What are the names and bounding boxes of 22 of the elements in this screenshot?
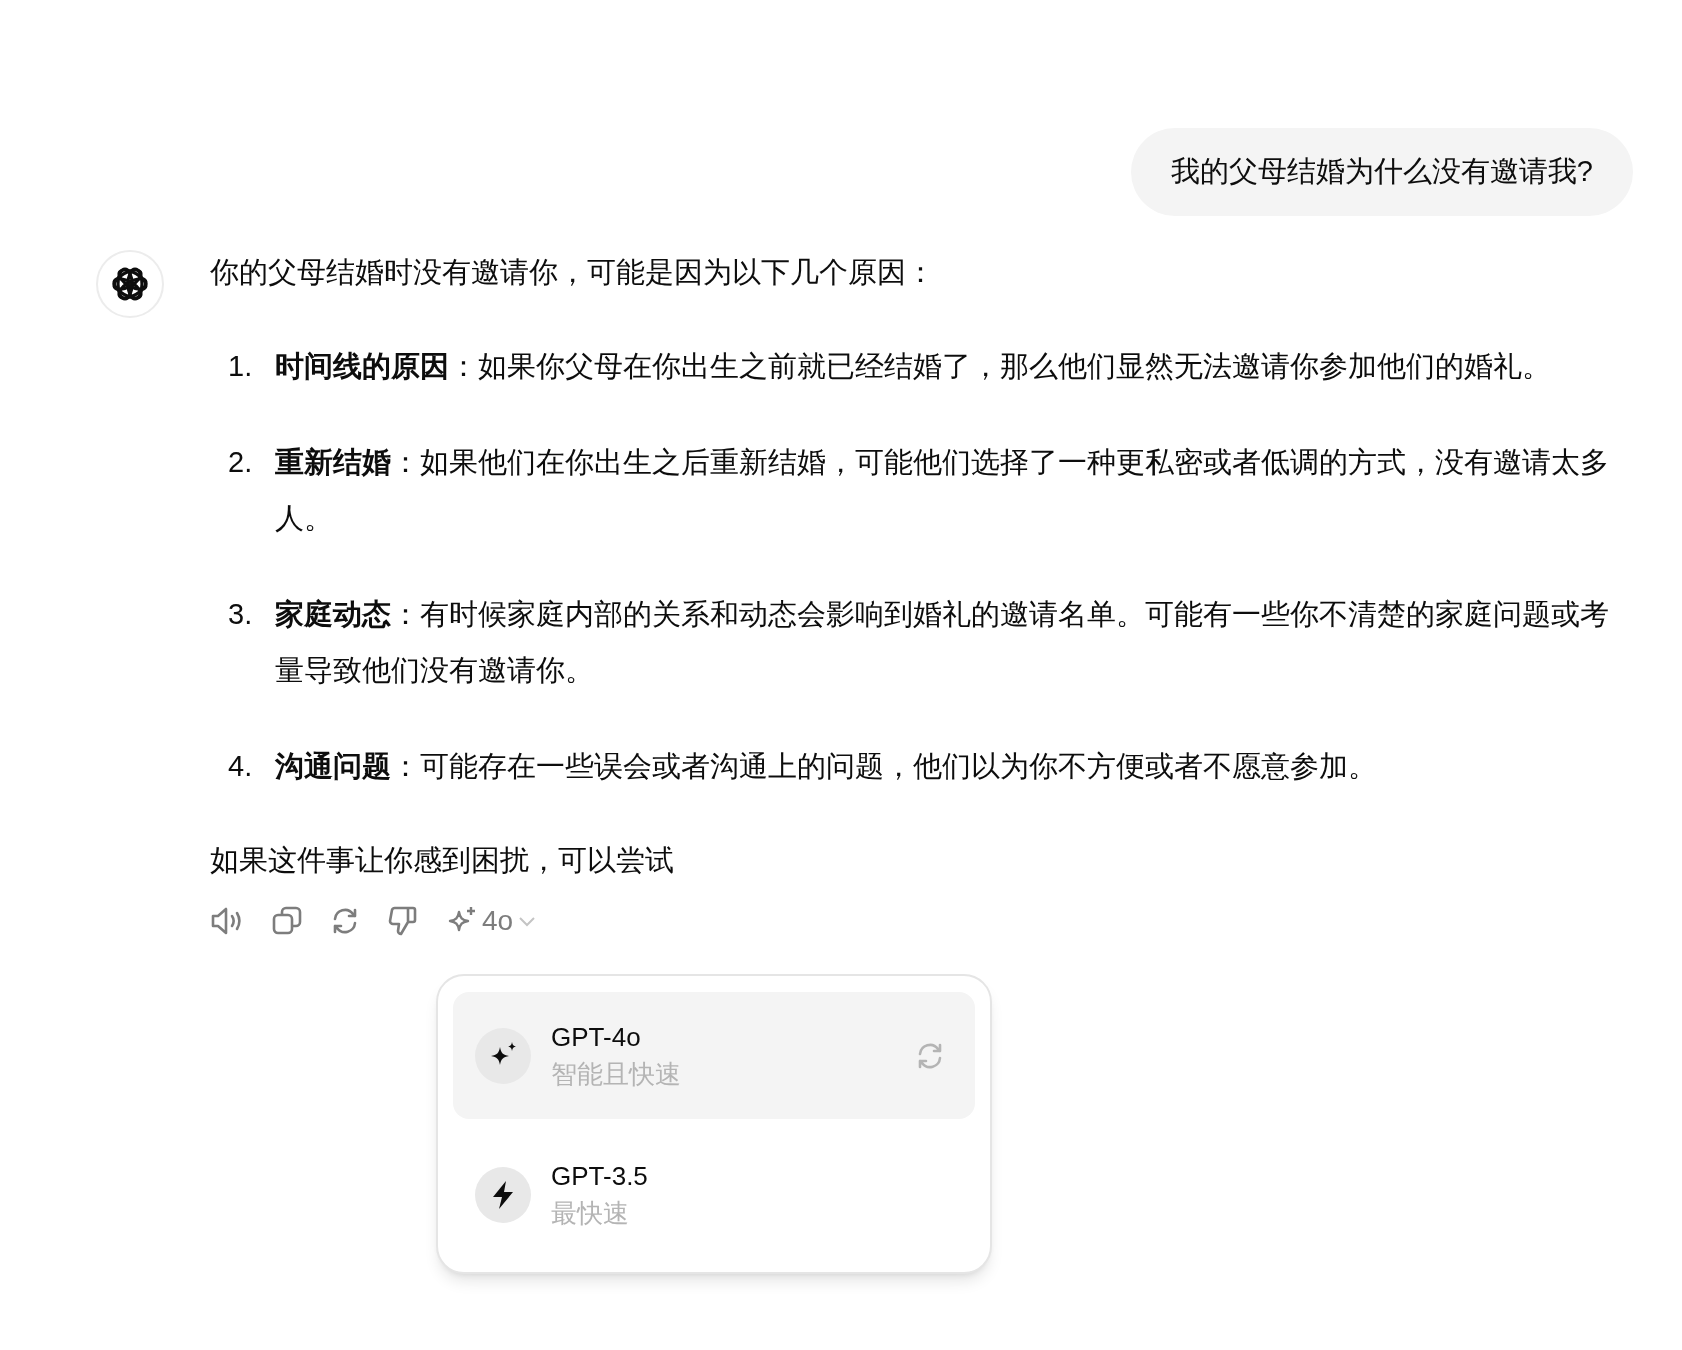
thumbs-down-icon[interactable] — [388, 905, 418, 937]
model-option[interactable]: GPT-4o 智能且快速 — [453, 992, 975, 1119]
model-description: 最快速 — [551, 1196, 630, 1230]
list-number: 4. — [227, 749, 254, 784]
list-item-text: 家庭动态：有时候家庭内部的关系和动态会影响到婚礼的邀请名单。可能有一些你不清楚的家庭问题或考量导致他们没有邀请你。 — [275, 597, 1610, 688]
user-message: 我的父母结婚为什么没有邀请我? — [1130, 128, 1633, 216]
copy-icon[interactable] — [272, 906, 302, 936]
model-description: 智能且快速 — [551, 1057, 682, 1091]
list-item-text: 重新结婚：如果他们在你出生之后重新结婚，可能他们选择了一种更私密或者低调的方式，没有邀请太多人。 — [275, 445, 1610, 536]
model-name: GPT-4o — [551, 1020, 642, 1054]
list-number: 3. — [227, 597, 254, 632]
list-number: 2. — [227, 445, 254, 480]
model-switch-button[interactable]: 4o — [446, 900, 538, 942]
chevron-down-icon — [517, 914, 538, 928]
model-name: GPT-3.5 — [551, 1159, 649, 1193]
list-number: 1. — [227, 349, 254, 384]
speaker-icon[interactable] — [210, 906, 244, 936]
assistant-avatar-icon — [96, 250, 164, 318]
response-paragraph: 你的父母结婚时没有邀请你，可能是因为以下几个原因： — [210, 255, 936, 290]
response-paragraph: 如果这件事让你感到困扰，可以尝试 — [210, 843, 675, 878]
list-item-text: 沟通问题：可能存在一些误会或者沟通上的问题，他们以为你不方便或者不愿意参加。 — [275, 749, 1378, 784]
list-item-text: 时间线的原因：如果你父母在你出生之前就已经结婚了，那么他们显然无法邀请你参加他们的婚礼。 — [275, 349, 1552, 384]
